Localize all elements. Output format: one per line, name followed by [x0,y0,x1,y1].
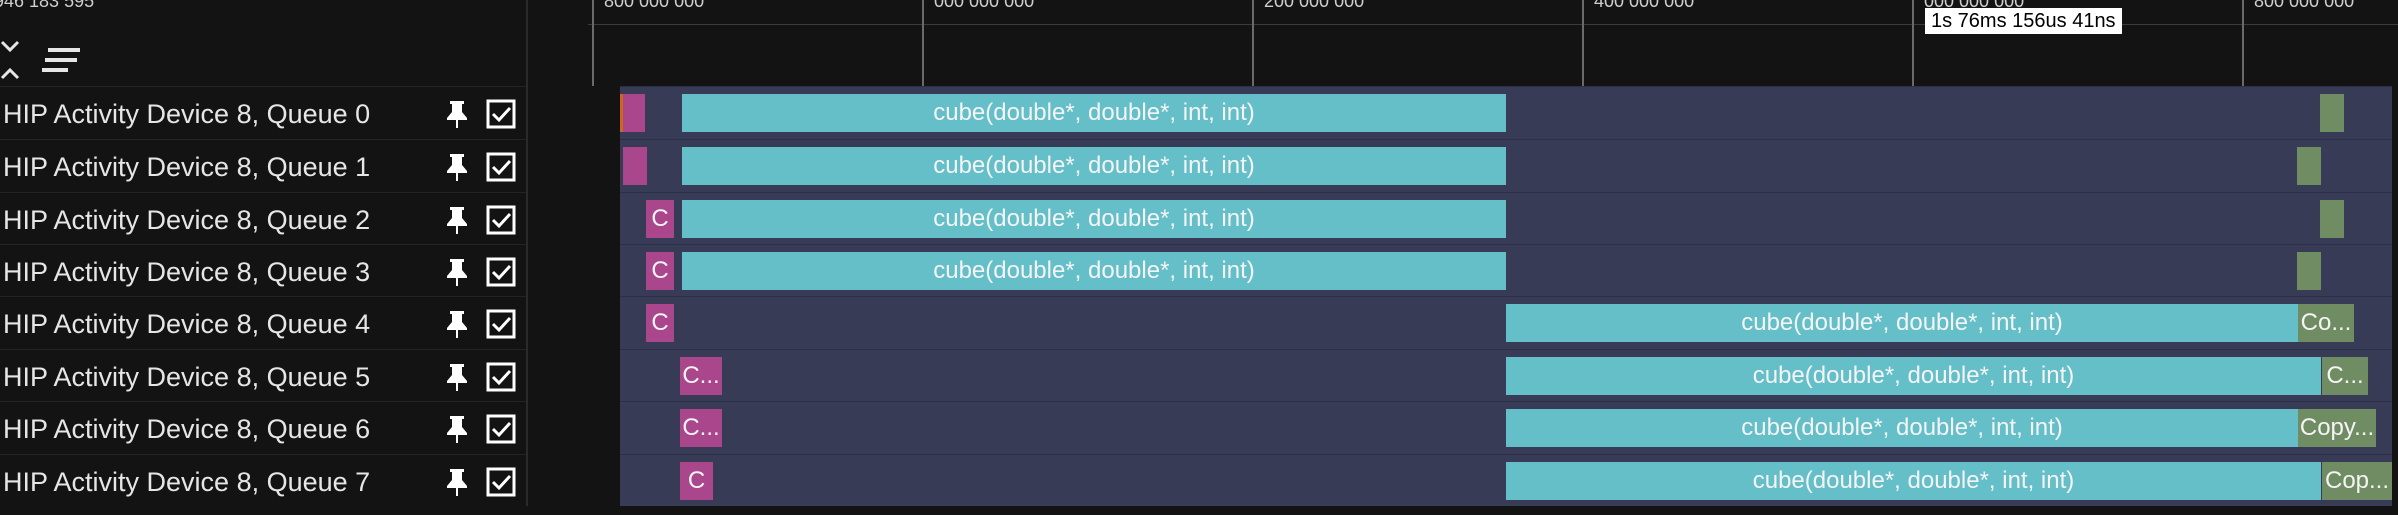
track-label-row[interactable]: HIP Activity Device 8, Queue 3 [0,244,526,297]
track-list-panel: 946 183 595 HIP Activity Device 8, Queue… [0,0,526,515]
checkbox-checked-icon[interactable] [486,309,516,339]
timeline-track-row: cube(double*, double*, int, int) [620,86,2392,139]
sort-lines-icon[interactable] [42,46,82,74]
kernel-event[interactable]: cube(double*, double*, int, int) [682,94,1506,132]
ruler-tick-label: 800 000 000 [604,0,705,11]
checkbox-checked-icon[interactable] [486,362,516,392]
small-op-event[interactable]: C [646,304,674,342]
kernel-event[interactable]: cube(double*, double*, int, int) [682,252,1506,290]
pin-icon[interactable] [444,152,470,182]
track-label: HIP Activity Device 8, Queue 0 [3,99,371,129]
checkbox-checked-icon[interactable] [486,99,516,129]
track-label-row[interactable]: HIP Activity Device 8, Queue 6 [0,401,526,454]
pin-icon[interactable] [444,99,470,129]
ruler-tick-label: 000 000 000 [934,0,1035,11]
ruler-tick-line [1582,0,1584,86]
track-label: HIP Activity Device 8, Queue 4 [3,309,371,339]
ruler-tick-label: 200 000 000 [1264,0,1365,11]
copy-event[interactable] [2297,147,2321,185]
kernel-event[interactable]: cube(double*, double*, int, int) [682,147,1506,185]
track-label: HIP Activity Device 8, Queue 1 [3,152,371,182]
timeline-track-row: cube(double*, double*, int, int) [620,139,2392,192]
track-label: HIP Activity Device 8, Queue 3 [3,257,371,287]
copy-event[interactable] [2297,252,2321,290]
kernel-event[interactable]: cube(double*, double*, int, int) [1506,357,2321,395]
timeline-track-row: Ccube(double*, double*, int, int) Co... [620,296,2392,349]
cursor-time-readout: 1s 76ms 156us 41ns [1925,8,2122,34]
small-op-event[interactable]: C... [680,357,722,395]
ruler-tick-label: 400 000 000 [1594,0,1695,11]
timeline-track-row: C... cube(double*, double*, int, int) Copy… [620,401,2392,454]
ruler-tick-line [1252,0,1254,86]
copy-event[interactable]: Copy... [2298,409,2376,447]
track-label: HIP Activity Device 8, Queue 7 [3,467,371,497]
pin-icon[interactable] [444,362,470,392]
copy-event[interactable]: Cop... [2322,462,2392,500]
copy-event[interactable] [2320,94,2344,132]
ruler-tick-label: 800 000 000 [2254,0,2355,11]
copy-event[interactable]: Co... [2298,304,2354,342]
track-label-row[interactable]: HIP Activity Device 8, Queue 7 [0,454,526,507]
track-label: HIP Activity Device 8, Queue 2 [3,205,371,235]
copy-event[interactable] [2320,200,2344,238]
time-ruler[interactable]: 800 000 000 000 000 000 200 000 000 400 000… [528,0,2398,86]
kernel-event[interactable]: cube(double*, double*, int, int) [682,200,1506,238]
kernel-event[interactable]: cube(double*, double*, int, int) [1506,304,2298,342]
small-op-event[interactable] [623,94,645,132]
checkbox-checked-icon[interactable] [486,257,516,287]
track-label-row[interactable]: HIP Activity Device 8, Queue 2 [0,192,526,245]
pin-icon[interactable] [444,467,470,497]
collapse-all-icon[interactable] [0,40,20,80]
small-op-event[interactable]: C... [680,409,722,447]
timeline-track-row: Ccube(double*, double*, int, int) [620,244,2392,297]
ruler-baseline [588,24,2398,25]
small-op-event[interactable] [623,147,647,185]
ruler-tick-line [1912,0,1914,86]
checkbox-checked-icon[interactable] [486,152,516,182]
small-op-event[interactable]: C [680,462,713,500]
track-label: HIP Activity Device 8, Queue 6 [3,414,371,444]
timeline-track-row: Ccube(double*, double*, int, int) Cop... [620,454,2392,507]
checkbox-checked-icon[interactable] [486,205,516,235]
pin-icon[interactable] [444,414,470,444]
pin-icon[interactable] [444,257,470,287]
ruler-start-label: 946 183 595 [0,0,95,11]
kernel-event[interactable]: cube(double*, double*, int, int) [1506,409,2298,447]
pin-icon[interactable] [444,309,470,339]
small-op-event[interactable]: C [646,200,674,238]
ruler-tick-line [2242,0,2244,86]
ruler-tick-line [592,0,594,86]
track-label-row[interactable]: HIP Activity Device 8, Queue 4 [0,296,526,349]
bottom-strip [0,506,2398,515]
timeline-area[interactable]: cube(double*, double*, int, int) cube(dou… [620,86,2392,506]
kernel-event[interactable]: cube(double*, double*, int, int) [1506,462,2321,500]
track-label-row[interactable]: HIP Activity Device 8, Queue 5 [0,349,526,402]
small-op-event[interactable]: C [646,252,674,290]
timeline-track-row: C... cube(double*, double*, int, int) C... [620,349,2392,402]
track-label: HIP Activity Device 8, Queue 5 [3,362,371,392]
track-label-row[interactable]: HIP Activity Device 8, Queue 0 [0,86,526,139]
timeline-track-row: Ccube(double*, double*, int, int) [620,192,2392,245]
checkbox-checked-icon[interactable] [486,414,516,444]
pin-icon[interactable] [444,205,470,235]
track-label-row[interactable]: HIP Activity Device 8, Queue 1 [0,139,526,192]
copy-event[interactable]: C... [2322,357,2368,395]
checkbox-checked-icon[interactable] [486,467,516,497]
ruler-tick-line [922,0,924,86]
